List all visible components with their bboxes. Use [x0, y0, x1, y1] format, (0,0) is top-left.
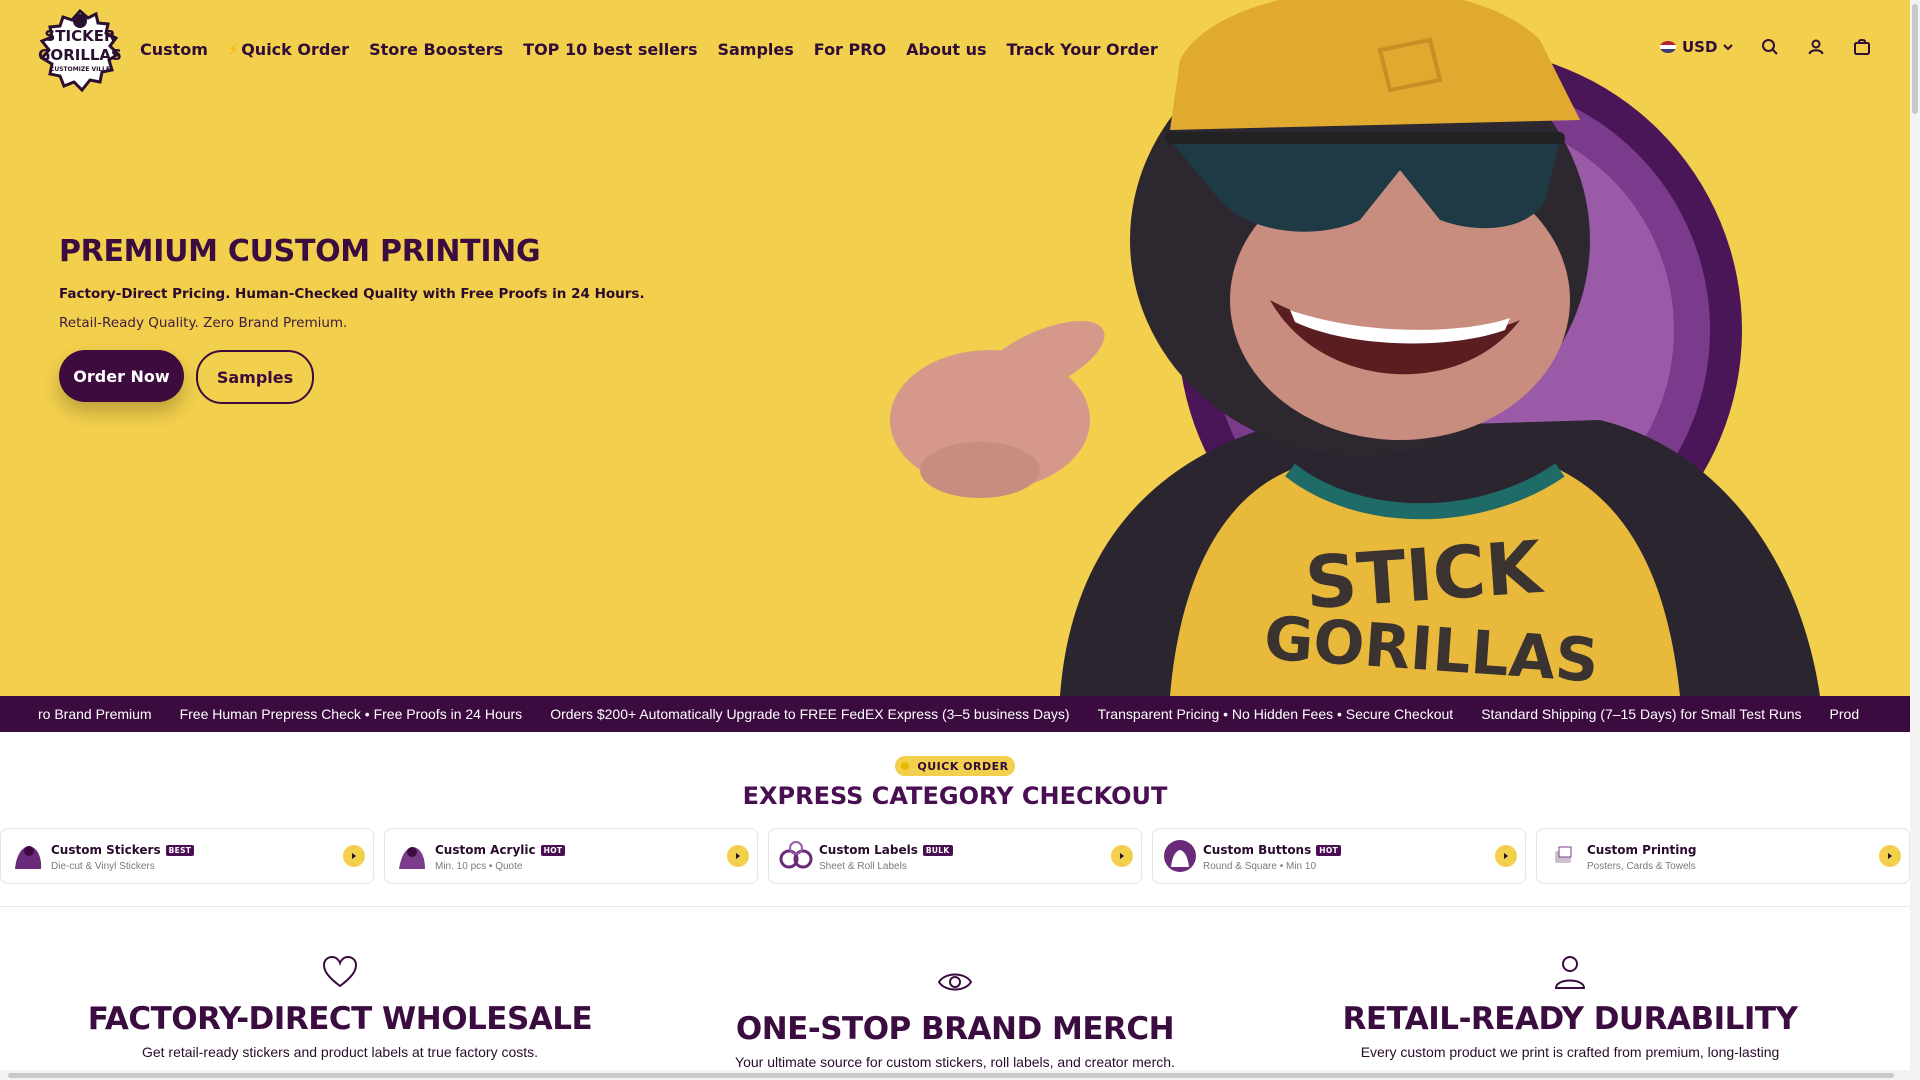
hero-subtitle: Factory-Direct Pricing. Human-Checked Qu… — [59, 286, 645, 302]
printing-icon — [1555, 846, 1572, 863]
heart-icon — [322, 955, 358, 988]
arrow-right-icon[interactable] — [1495, 845, 1517, 867]
hero-tagline: Retail-Ready Quality. Zero Brand Premium… — [59, 315, 348, 331]
card-title: Custom Printing — [1587, 843, 1697, 857]
card-badge: BEST — [165, 844, 195, 856]
arrow-right-icon[interactable] — [1111, 845, 1133, 867]
marquee-item: Standard Shipping (7–15 Days) for Small … — [1481, 706, 1802, 722]
arrow-right-icon[interactable] — [1879, 845, 1901, 867]
logo-text-top: STICKER — [44, 27, 115, 45]
nav-custom[interactable]: Custom — [140, 40, 208, 59]
nav-store-boosters[interactable]: Store Boosters — [369, 40, 503, 59]
category-card-buttons[interactable]: Custom Buttons HOT Round & Square • Min 1… — [1152, 828, 1526, 884]
samples-button[interactable]: Samples — [196, 350, 314, 404]
quick-order-pill: QUICK ORDER — [895, 756, 1015, 776]
category-card-acrylic[interactable]: Custom Acrylic HOT Min. 10 pcs • Quote — [384, 828, 758, 884]
feature-text: Your ultimate source for custom stickers… — [735, 1054, 1175, 1070]
feature-retail-ready: RETAIL-READY DURABILITY Every custom pro… — [1290, 952, 1850, 1061]
announcement-marquee: ro Brand Premium Free Human Prepress Che… — [0, 696, 1910, 732]
quick-order-pill-label: QUICK ORDER — [917, 759, 1009, 773]
marquee-item: Prod — [1829, 706, 1860, 722]
nav-top10[interactable]: TOP 10 best sellers — [523, 40, 697, 59]
arrow-right-icon[interactable] — [343, 845, 365, 867]
category-cards: Custom Stickers BEST Die-cut & Vinyl Stic… — [0, 828, 1910, 884]
card-title: Custom Labels — [819, 843, 918, 857]
logo-text-bottom: CUSTOMIZE VILLE — [50, 66, 110, 73]
feature-title: ONE-STOP BRAND MERCH — [735, 1011, 1175, 1047]
gorilla-thumb-icon — [399, 847, 425, 869]
marquee-item: ro Brand Premium — [38, 706, 152, 722]
user-icon — [1554, 956, 1586, 989]
nav-samples[interactable]: Samples — [717, 40, 793, 59]
sticker-gorillas-logo[interactable]: STICKER GORILLAS CUSTOMIZE VILLE — [36, 8, 124, 94]
logo-text-mid: GORILLAS — [38, 46, 122, 64]
hero-section: STICKER GORILLAS CUSTOMIZE VILLE Custom … — [0, 0, 1910, 696]
card-badge: HOT — [540, 844, 566, 856]
horizontal-scrollbar[interactable] — [0, 1070, 1910, 1080]
nav-quick-order-label: Quick Order — [241, 40, 350, 59]
feature-title: FACTORY-DIRECT WHOLESALE — [87, 1001, 593, 1037]
button-badge-icon — [1164, 840, 1196, 872]
order-now-button[interactable]: Order Now — [59, 350, 184, 402]
category-card-printing[interactable]: Custom Printing Posters, Cards & Towels — [1536, 828, 1910, 884]
feature-title: RETAIL-READY DURABILITY — [1342, 1001, 1799, 1037]
marquee-item: Orders $200+ Automatically Upgrade to FR… — [550, 706, 1070, 722]
arrow-right-icon[interactable] — [727, 845, 749, 867]
card-badge: HOT — [1316, 844, 1341, 856]
card-desc: Round & Square • Min 10 — [1203, 861, 1317, 872]
eye-icon — [937, 973, 973, 991]
nav-quick-order[interactable]: ⚡ Quick Order — [228, 40, 349, 59]
feature-text: Get retail-ready stickers and product la… — [141, 1044, 539, 1060]
hero-title: PREMIUM CUSTOM PRINTING — [59, 234, 541, 269]
vertical-scrollbar[interactable] — [1910, 0, 1920, 1080]
section-divider — [0, 906, 1910, 907]
bolt-icon: ⚡ — [227, 40, 240, 59]
pill-dot-icon — [901, 762, 910, 770]
express-title: EXPRESS CATEGORY CHECKOUT — [742, 782, 1168, 810]
feature-one-stop: ONE-STOP BRAND MERCH Your ultimate sourc… — [675, 962, 1235, 1071]
card-title: Custom Buttons — [1203, 843, 1312, 857]
label-rolls-icon — [779, 841, 813, 869]
card-title: Custom Acrylic — [435, 843, 536, 857]
gorilla-thumb-icon — [15, 846, 42, 869]
card-desc: Die-cut & Vinyl Stickers — [51, 861, 155, 872]
card-title: Custom Stickers — [51, 843, 161, 857]
feature-text: Every custom product we print is crafted… — [1360, 1044, 1780, 1060]
scrollbar-thumb[interactable] — [1912, 4, 1918, 114]
card-desc: Sheet & Roll Labels — [819, 861, 907, 872]
card-desc: Min. 10 pcs • Quote — [435, 861, 523, 872]
gorilla-mascot-image: STICK GORILLAS — [890, 0, 1820, 696]
scrollbar-thumb[interactable] — [8, 1073, 1894, 1078]
card-desc: Posters, Cards & Towels — [1587, 861, 1696, 872]
marquee-item: Free Human Prepress Check • Free Proofs … — [179, 706, 523, 722]
category-card-labels[interactable]: Custom Labels BULK Sheet & Roll Labels — [768, 828, 1142, 884]
category-card-stickers[interactable]: Custom Stickers BEST Die-cut & Vinyl Stic… — [0, 828, 374, 884]
card-badge: BULK — [922, 844, 953, 856]
marquee-item: Transparent Pricing • No Hidden Fees • S… — [1097, 706, 1454, 722]
feature-factory-direct: FACTORY-DIRECT WHOLESALE Get retail-read… — [60, 952, 620, 1061]
